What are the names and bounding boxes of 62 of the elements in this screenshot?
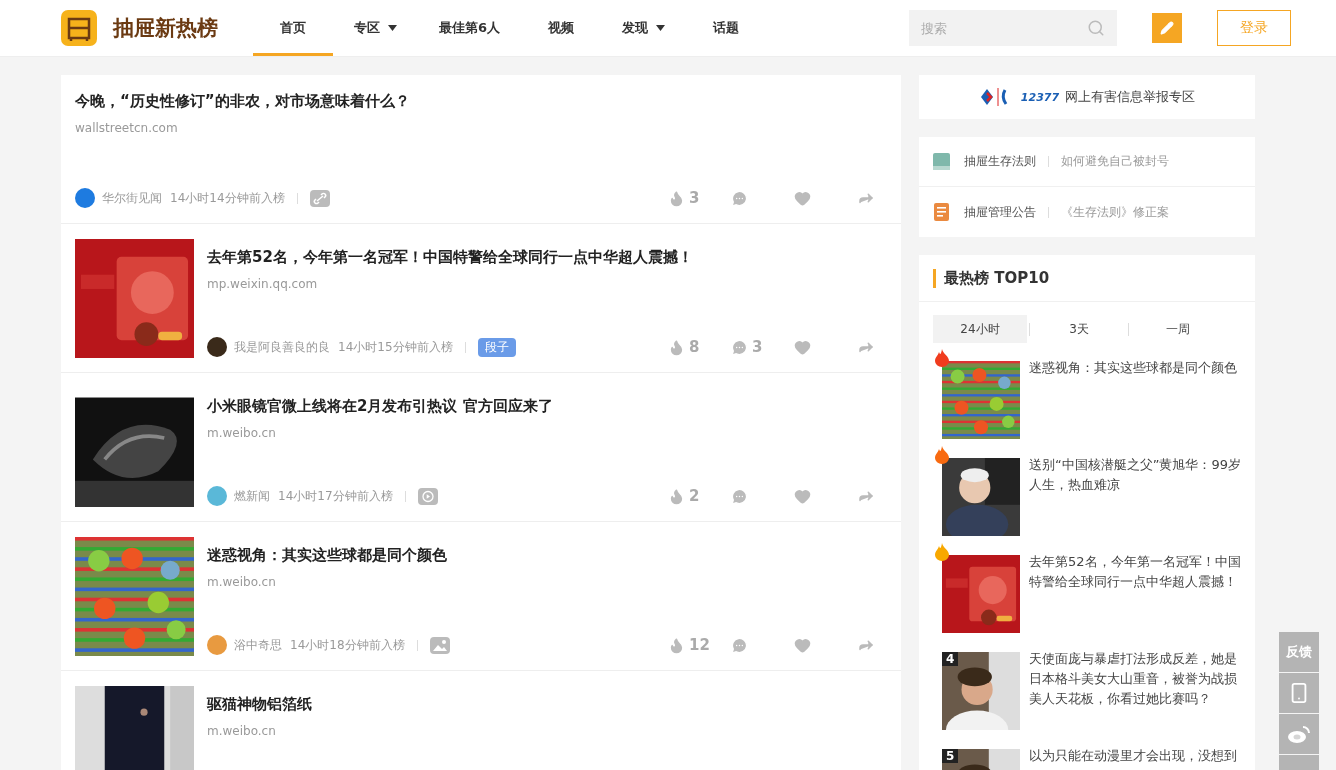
nav-tab[interactable]: 视频 [521, 0, 602, 56]
rank-number: 5 [942, 749, 959, 763]
top-item-title[interactable]: 去年第52名，今年第一名冠军！中国特警给全球同行一点中华超人震撼！ [1029, 552, 1241, 634]
phone-button[interactable] [1279, 673, 1319, 713]
flame-icon [668, 189, 685, 207]
flame-icon [668, 487, 685, 505]
search-field[interactable]: 搜索 [909, 10, 1118, 46]
nav-tab[interactable]: 话题 [686, 0, 767, 56]
post-time: 14小时14分钟前入榜 [170, 189, 285, 207]
write-button[interactable] [1152, 13, 1183, 43]
section-title: 最热榜 TOP10 [933, 268, 1050, 288]
post-source: m.weibo.cn [207, 426, 277, 440]
post-source: m.weibo.cn [207, 724, 277, 738]
play-icon [417, 487, 438, 505]
period-tab[interactable]: 3天 [1032, 315, 1126, 343]
heart-icon [794, 487, 811, 505]
nav-tab[interactable]: 首页 [253, 0, 333, 56]
post-time: 14小时15分钟前入榜 [338, 338, 453, 356]
flame-icon [668, 338, 685, 356]
report-link[interactable]: 网上有害信息举报专区 [1065, 88, 1196, 106]
weibo-icon [1287, 724, 1311, 744]
post-title[interactable]: 迷惑视角：其实这些球都是同个颜色 [207, 546, 887, 565]
post-source: m.weibo.cn [207, 575, 277, 589]
scroll-icon [933, 203, 950, 221]
flame-icon [668, 636, 685, 654]
weibo-button[interactable] [1279, 714, 1319, 754]
post-source: wallstreetcn.com [75, 121, 179, 135]
link-icon [309, 189, 330, 207]
post-time: 14小时18分钟前入榜 [290, 636, 405, 654]
logo-number: 12377 [1020, 90, 1060, 104]
post-time: 14小时17分钟前入榜 [278, 487, 393, 505]
post-title[interactable]: 今晚，“历史性修订”的非农，对市场意味着什么？ [75, 92, 887, 111]
comment-icon [731, 636, 748, 654]
post-source: mp.weixin.qq.com [207, 277, 319, 291]
drawer-logo-icon[interactable] [61, 10, 97, 46]
period-tab[interactable]: 24小时 [933, 315, 1027, 343]
comment-icon [731, 189, 748, 207]
heart-icon [794, 636, 811, 654]
rule-title[interactable]: 抽屉生存法则 [964, 153, 1036, 170]
top-item-title[interactable]: 送别“中国核潜艇之父”黄旭华：99岁人生，热血难凉 [1029, 455, 1241, 537]
post-title[interactable]: 去年第52名，今年第一名冠军！中国特警给全球同行一点中华超人震撼！ [207, 248, 887, 267]
top-item-title[interactable]: 以为只能在动漫里才会出现，没想到 [1029, 746, 1237, 770]
avatar[interactable] [207, 337, 227, 357]
nav-tab[interactable]: 专区 [333, 0, 418, 56]
post-title[interactable]: 小米眼镜官微上线将在2月发布引热议 官方回应来了 [207, 397, 887, 416]
nav-tab[interactable]: 最佳第6人 [418, 0, 522, 56]
book-icon [933, 153, 950, 170]
comment-icon [731, 338, 748, 356]
period-tab[interactable]: 一周 [1131, 315, 1225, 343]
nav-tab[interactable]: 发现 [601, 0, 687, 56]
top-item-title[interactable]: 迷惑视角：其实这些球都是同个颜色 [1029, 358, 1237, 440]
site-title: 抽屉新热榜 [113, 15, 219, 42]
rank-number: 4 [942, 652, 959, 666]
pencil-icon [1160, 21, 1175, 35]
rule-title[interactable]: 抽屉管理公告 [964, 203, 1036, 221]
image-icon [429, 636, 450, 654]
heart-icon [794, 189, 811, 207]
heart-icon [794, 338, 811, 356]
top-item-title[interactable]: 天使面庞与暴虐打法形成反差，她是日本格斗美女大山重音，被誉为战损美人天花板，你看过她比赛吗？ [1029, 649, 1241, 731]
post-title[interactable]: 驱猫神物铝箔纸 [207, 695, 887, 714]
search-icon[interactable] [1087, 19, 1106, 37]
comment-icon [731, 487, 748, 505]
